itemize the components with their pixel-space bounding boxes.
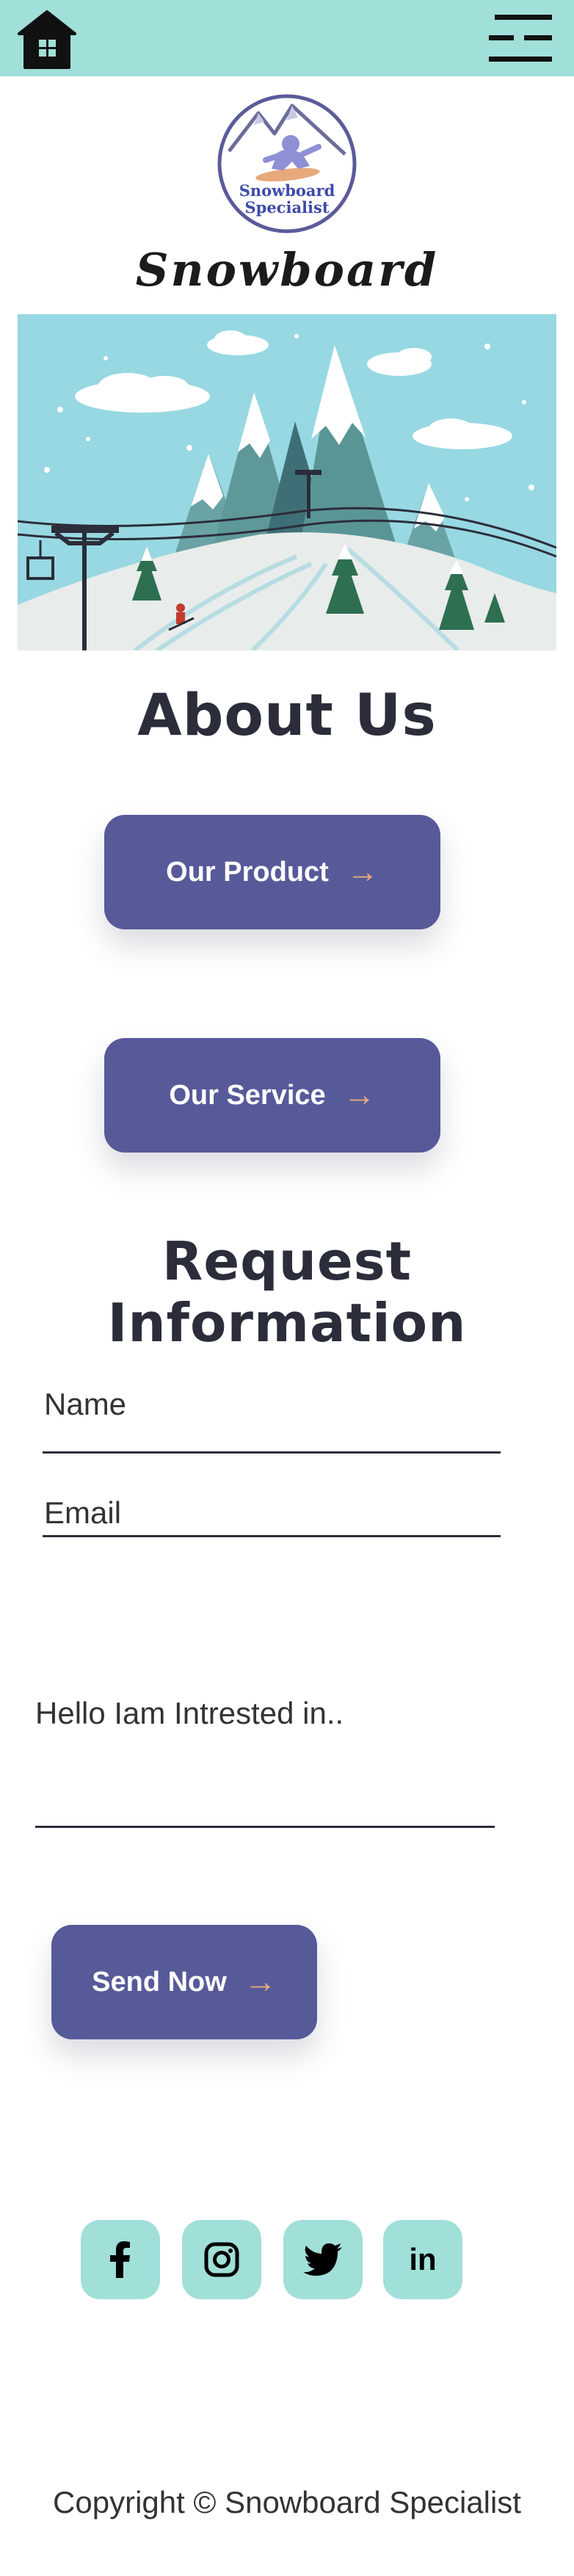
twitter-icon [303, 2243, 342, 2276]
menu-button[interactable] [487, 12, 553, 65]
our-product-label: Our Product [166, 856, 329, 888]
copyright-text: Copyright © Snowboard Specialist [53, 2485, 521, 2519]
send-now-button[interactable]: Send Now → [51, 1925, 317, 2039]
home-button[interactable] [16, 9, 78, 70]
our-service-button[interactable]: Our Service → [104, 1038, 440, 1153]
instagram-icon [204, 2242, 239, 2277]
linkedin-link[interactable]: in [383, 2220, 462, 2299]
about-us-heading: About Us [137, 683, 437, 749]
arrow-right-icon: → [244, 1964, 277, 2000]
social-links: in [81, 2220, 462, 2301]
instagram-link[interactable] [182, 2220, 261, 2299]
our-service-label: Our Service [169, 1079, 326, 1111]
message-field[interactable] [35, 1666, 495, 1828]
our-product-button[interactable]: Our Product → [104, 815, 440, 929]
top-nav-bar [0, 0, 574, 76]
logo-text-line2: Specialist [244, 198, 329, 217]
brand-title: Snowboard Specialist [135, 243, 439, 370]
brand-logo: Snowboard Specialist [216, 92, 358, 235]
linkedin-icon: in [409, 2242, 437, 2276]
logo-text-line1: Snowboard [239, 181, 335, 200]
email-field[interactable] [43, 1490, 501, 1537]
arrow-right-icon: → [343, 1077, 376, 1113]
hero-illustration [18, 314, 556, 650]
twitter-link[interactable] [283, 2220, 363, 2299]
home-icon [18, 10, 76, 69]
arrow-right-icon: → [346, 854, 379, 890]
facebook-icon [110, 2241, 130, 2278]
request-information-heading: Request Information [107, 1230, 467, 1354]
facebook-link[interactable] [81, 2220, 160, 2299]
send-now-label: Send Now [92, 1966, 227, 1998]
name-field[interactable] [43, 1377, 501, 1454]
menu-icon [489, 15, 552, 62]
